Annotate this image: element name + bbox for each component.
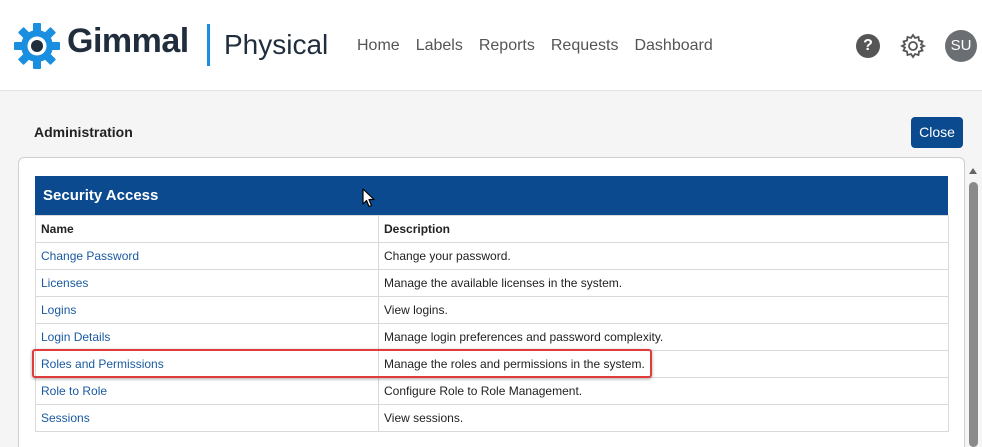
logins-link[interactable]: Logins <box>41 303 76 317</box>
section-header: Security Access <box>35 176 948 215</box>
brand-divider <box>207 24 210 66</box>
role-to-role-link[interactable]: Role to Role <box>41 384 107 398</box>
name-cell: Sessions <box>35 404 379 432</box>
nav-home[interactable]: Home <box>357 37 400 55</box>
security-access-table: Name Description Change Password Change … <box>35 215 949 432</box>
change-password-link[interactable]: Change Password <box>41 249 139 263</box>
question-circle-icon[interactable]: ? <box>856 34 880 58</box>
close-button[interactable]: Close <box>911 117 963 148</box>
user-avatar[interactable]: SU <box>945 30 977 62</box>
column-header-description: Description <box>378 215 949 243</box>
main-nav: Home Labels Reports Requests Dashboard <box>357 37 713 55</box>
table-row: Logins View logins. <box>35 296 949 324</box>
description-cell: Manage the roles and permissions in the … <box>378 350 949 378</box>
table-row: Roles and Permissions Manage the roles a… <box>35 350 949 378</box>
gear-logo-icon <box>14 23 60 69</box>
page-title: Administration <box>34 124 133 140</box>
table-row: Sessions View sessions. <box>35 404 949 432</box>
nav-requests[interactable]: Requests <box>551 37 619 55</box>
description-cell: Manage login preferences and password co… <box>378 323 949 351</box>
top-header: Gimmal Physical Home Labels Reports Requ… <box>0 0 982 91</box>
description-cell: View logins. <box>378 296 949 324</box>
description-cell: Change your password. <box>378 242 949 270</box>
gear-icon[interactable] <box>900 33 926 59</box>
vertical-scrollbar[interactable] <box>966 168 980 447</box>
name-cell: Login Details <box>35 323 379 351</box>
name-cell: Change Password <box>35 242 379 270</box>
table-header-row: Name Description <box>35 215 949 243</box>
scroll-thumb[interactable] <box>969 182 978 447</box>
login-details-link[interactable]: Login Details <box>41 330 110 344</box>
nav-dashboard[interactable]: Dashboard <box>634 37 712 55</box>
name-cell: Roles and Permissions <box>35 350 379 378</box>
table-row: Login Details Manage login preferences a… <box>35 323 949 351</box>
table-row: Licenses Manage the available licenses i… <box>35 269 949 297</box>
roles-and-permissions-link[interactable]: Roles and Permissions <box>41 357 164 371</box>
brand-name: Gimmal <box>67 22 189 60</box>
product-name: Physical <box>224 29 329 60</box>
description-cell: Configure Role to Role Management. <box>378 377 949 405</box>
name-cell: Role to Role <box>35 377 379 405</box>
scroll-up-arrow-icon[interactable] <box>969 168 977 174</box>
nav-reports[interactable]: Reports <box>479 37 535 55</box>
name-cell: Licenses <box>35 269 379 297</box>
licenses-link[interactable]: Licenses <box>41 276 88 290</box>
table-row: Change Password Change your password. <box>35 242 949 270</box>
name-cell: Logins <box>35 296 379 324</box>
description-cell: View sessions. <box>378 404 949 432</box>
column-header-name: Name <box>35 215 379 243</box>
nav-labels[interactable]: Labels <box>416 37 463 55</box>
description-cell: Manage the available licenses in the sys… <box>378 269 949 297</box>
table-row: Role to Role Configure Role to Role Mana… <box>35 377 949 405</box>
mouse-cursor-icon <box>362 188 375 208</box>
sessions-link[interactable]: Sessions <box>41 411 90 425</box>
